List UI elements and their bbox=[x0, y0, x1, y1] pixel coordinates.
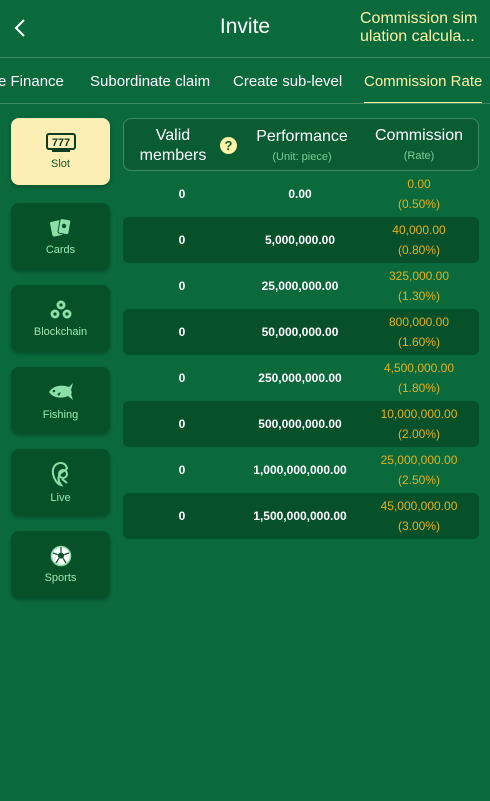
sidebar-item-label: Cards bbox=[45, 244, 76, 256]
cell-commission: 325,000.00 (1.30%) bbox=[388, 269, 450, 303]
tab-commission-rate[interactable]: Commission Rate bbox=[364, 59, 483, 103]
cell-commission: 800,000.00 (1.60%) bbox=[388, 315, 450, 349]
cell-performance: 50,000,000.00 bbox=[261, 325, 339, 339]
cell-performance: 500,000,000.00 bbox=[258, 417, 342, 431]
table-row: 0 500,000,000.00 10,000,000.00 (2.00%) bbox=[123, 401, 479, 447]
cell-members: 0 bbox=[178, 417, 186, 431]
sidebar-item-cards[interactable]: Cards bbox=[11, 203, 110, 270]
tab-bar: e Finance Subordinate claim Create sub-l… bbox=[0, 59, 490, 104]
cell-members: 0 bbox=[178, 233, 186, 247]
table-row: 0 25,000,000.00 325,000.00 (1.30%) bbox=[123, 263, 479, 309]
table-row: 0 50,000,000.00 800,000.00 (1.60%) bbox=[123, 309, 479, 355]
cell-members: 0 bbox=[178, 325, 186, 339]
sports-ball-icon bbox=[50, 545, 71, 567]
cell-commission: 10,000,000.00 (2.00%) bbox=[380, 407, 458, 441]
help-icon[interactable]: ? bbox=[220, 137, 237, 154]
cell-performance: 1,000,000,000.00 bbox=[253, 463, 347, 477]
svg-text:777: 777 bbox=[51, 137, 69, 149]
slot-777-icon: 777 bbox=[45, 133, 76, 152]
cell-commission: 40,000.00 (0.80%) bbox=[392, 223, 446, 257]
cell-members: 0 bbox=[178, 279, 186, 293]
cell-members: 0 bbox=[178, 509, 186, 523]
sidebar-item-fishing[interactable]: Fishing bbox=[11, 367, 110, 434]
cell-commission: 25,000,000.00 (2.50%) bbox=[380, 453, 458, 487]
header-valid-members: Valid members bbox=[139, 127, 207, 164]
sidebar-item-label: Sports bbox=[44, 572, 77, 584]
sidebar-item-blockchain[interactable]: Blockchain bbox=[11, 285, 110, 352]
table-row: 0 250,000,000.00 4,500,000.00 (1.80%) bbox=[123, 355, 479, 401]
cell-performance: 25,000,000.00 bbox=[261, 279, 339, 293]
table-row: 0 5,000,000.00 40,000.00 (0.80%) bbox=[123, 217, 479, 263]
tab-create-sub-level[interactable]: Create sub-level bbox=[233, 59, 342, 103]
fishing-icon bbox=[48, 383, 73, 400]
live-icon bbox=[51, 461, 68, 487]
commission-simulation-link[interactable]: Commission simulation calcula... bbox=[360, 10, 482, 46]
top-bar: Invite Commission simulation calcula... bbox=[0, 0, 490, 58]
cell-commission: 4,500,000.00 (1.80%) bbox=[383, 361, 455, 395]
sidebar-item-label: Blockchain bbox=[33, 326, 88, 338]
table-row: 0 1,500,000,000.00 45,000,000.00 (3.00%) bbox=[123, 493, 479, 539]
tab-subordinate-claim[interactable]: Subordinate claim bbox=[90, 59, 210, 103]
cell-commission: 0.00 (0.50%) bbox=[397, 177, 441, 211]
cell-commission: 45,000,000.00 (3.00%) bbox=[380, 499, 458, 533]
sidebar-item-slot[interactable]: 777 Slot bbox=[11, 118, 110, 185]
cell-performance: 5,000,000.00 bbox=[264, 233, 336, 247]
sidebar-item-label: Fishing bbox=[42, 409, 79, 421]
sidebar-item-sports[interactable]: Sports bbox=[11, 531, 110, 598]
sidebar-item-label: Slot bbox=[51, 158, 70, 170]
cell-members: 0 bbox=[178, 371, 186, 385]
cards-icon bbox=[49, 218, 71, 237]
tab-finance[interactable]: e Finance bbox=[0, 59, 64, 103]
sidebar-item-label: Live bbox=[50, 492, 71, 504]
table-row: 0 0.00 0.00 (0.50%) bbox=[123, 171, 479, 217]
cell-performance: 1,500,000,000.00 bbox=[253, 509, 347, 523]
cell-performance: 0.00 bbox=[288, 187, 312, 201]
blockchain-icon bbox=[50, 300, 71, 319]
sidebar-item-live[interactable]: Live bbox=[11, 449, 110, 516]
cell-members: 0 bbox=[178, 463, 186, 477]
table-row: 0 1,000,000,000.00 25,000,000.00 (2.50%) bbox=[123, 447, 479, 493]
table-header: Valid members ? Performance (Unit: piece… bbox=[123, 118, 479, 171]
cell-members: 0 bbox=[178, 187, 186, 201]
cell-performance: 250,000,000.00 bbox=[258, 371, 342, 385]
